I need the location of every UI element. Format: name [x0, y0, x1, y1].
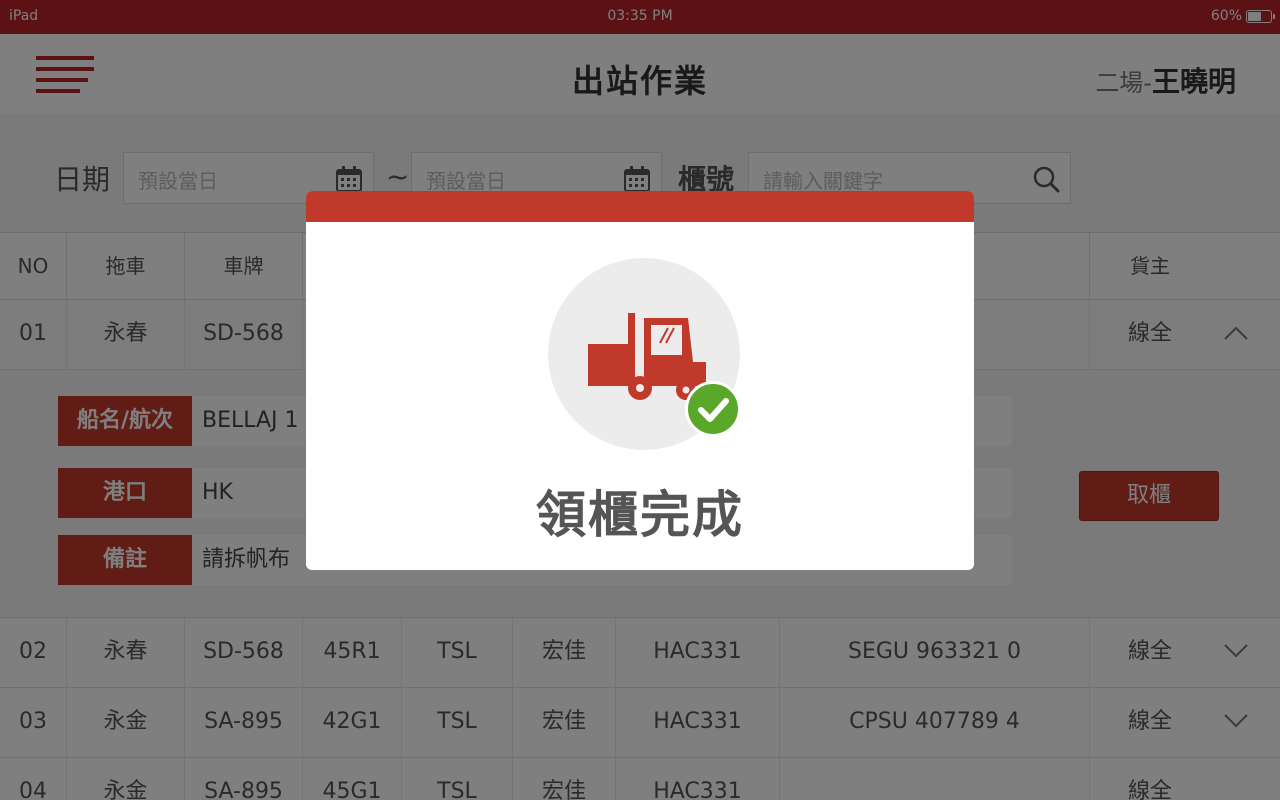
- check-icon: [685, 381, 741, 437]
- dialog-message: 領櫃完成: [536, 486, 744, 544]
- dialog-header-bar: [306, 191, 974, 222]
- success-dialog: 領櫃完成: [306, 191, 974, 570]
